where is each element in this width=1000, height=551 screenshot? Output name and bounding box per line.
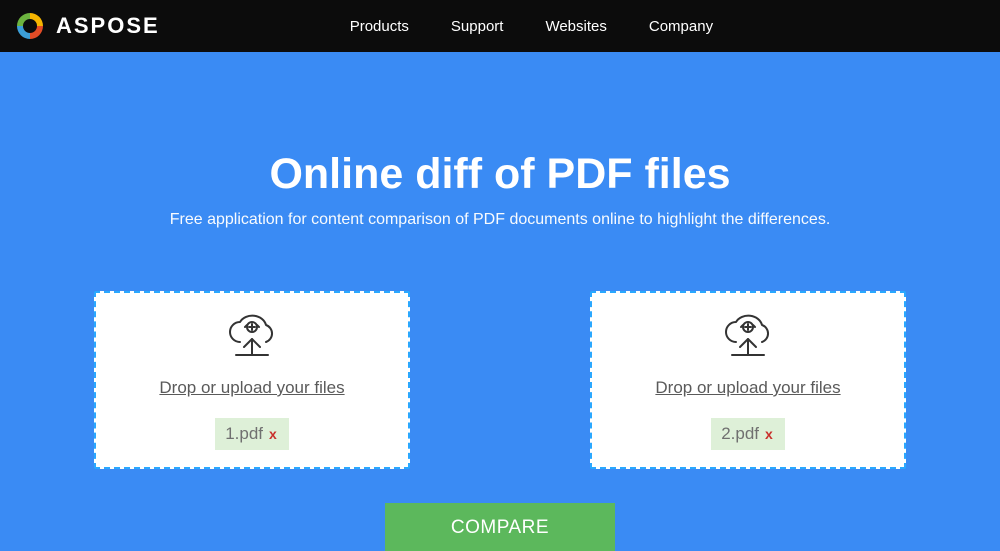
nav-link-websites[interactable]: Websites (545, 18, 606, 35)
cloud-upload-icon (718, 313, 778, 364)
file-name: 1.pdf (225, 424, 263, 444)
compare-button[interactable]: COMPARE (385, 503, 615, 551)
dropzone-source[interactable]: Drop or upload your files 1.pdf x (94, 291, 410, 469)
cloud-upload-icon (222, 313, 282, 364)
close-icon[interactable]: x (267, 426, 279, 442)
drop-label[interactable]: Drop or upload your files (655, 378, 840, 398)
brand-name: ASPOSE (56, 13, 160, 39)
close-icon[interactable]: x (763, 426, 775, 442)
hero: Online diff of PDF files Free applicatio… (0, 150, 1000, 229)
swirl-logo-icon (14, 10, 46, 42)
drop-label[interactable]: Drop or upload your files (159, 378, 344, 398)
dropzone-target[interactable]: Drop or upload your files 2.pdf x (590, 291, 906, 469)
nav-link-support[interactable]: Support (451, 18, 504, 35)
nav-link-company[interactable]: Company (649, 18, 713, 35)
top-nav: ASPOSE Products Support Websites Company (0, 0, 1000, 52)
brand-logo[interactable]: ASPOSE (14, 10, 160, 42)
dropzones-row: Drop or upload your files 1.pdf x Drop o… (0, 291, 1000, 469)
compare-row: COMPARE (0, 503, 1000, 551)
nav-link-products[interactable]: Products (350, 18, 409, 35)
nav-links: Products Support Websites Company (350, 18, 713, 35)
file-chip-source: 1.pdf x (215, 418, 289, 450)
file-chip-target: 2.pdf x (711, 418, 785, 450)
page-title: Online diff of PDF files (0, 150, 1000, 199)
file-name: 2.pdf (721, 424, 759, 444)
page-subtitle: Free application for content comparison … (0, 211, 1000, 229)
